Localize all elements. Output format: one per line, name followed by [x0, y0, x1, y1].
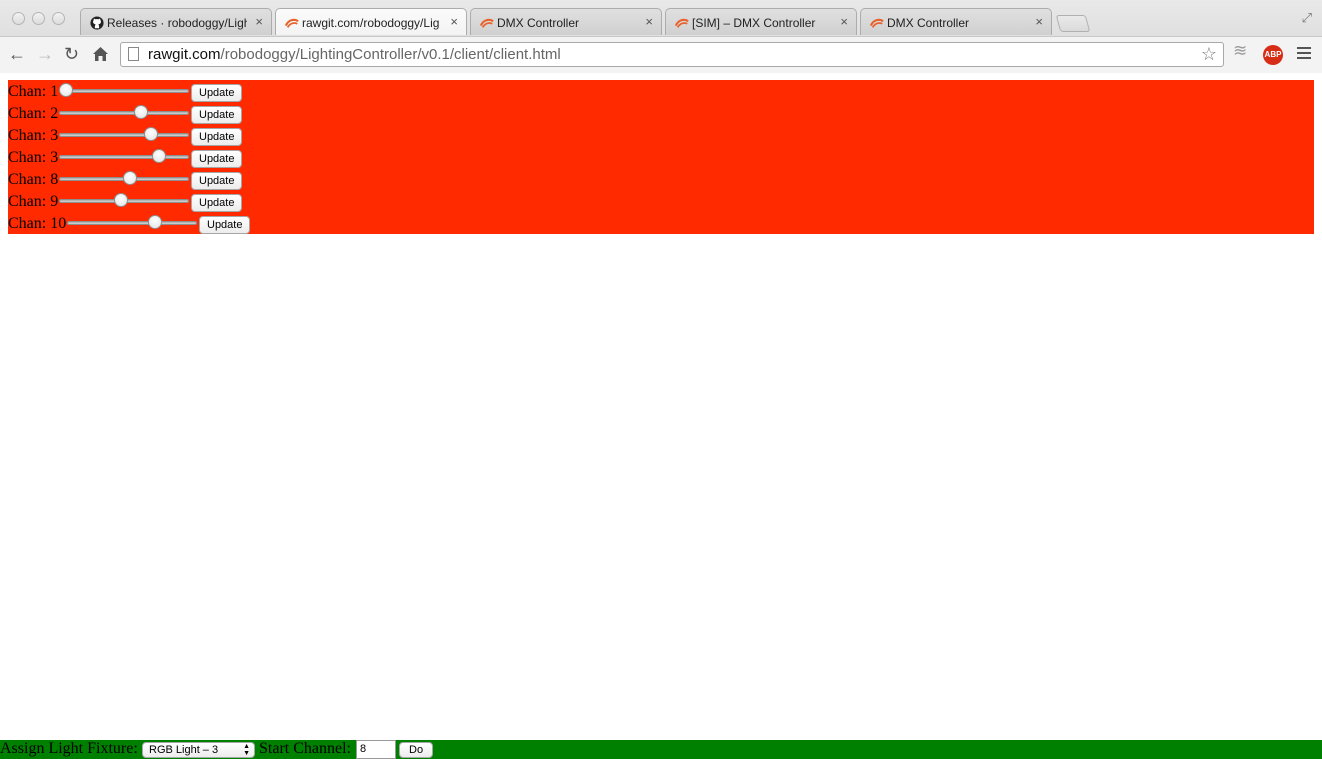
home-icon[interactable]: [92, 46, 109, 62]
channel-label: Chan: 2: [8, 105, 59, 122]
slider-track: [67, 221, 197, 225]
tab-title: Releases · robodoggy/Ligh: [107, 16, 247, 30]
update-button[interactable]: Update: [191, 84, 243, 102]
address-bar[interactable]: rawgit.com/robodoggy/LightingController/…: [120, 42, 1224, 67]
slider-track: [59, 133, 189, 137]
tab-title: rawgit.com/robodoggy/Lig: [302, 16, 440, 30]
tab-rawgit-client[interactable]: rawgit.com/robodoggy/Lig ×: [275, 8, 467, 35]
channel-label: Chan: 3: [8, 149, 59, 166]
slider-thumb[interactable]: [151, 149, 166, 163]
page-icon: [128, 47, 139, 61]
channel-label: Chan: 1: [8, 83, 59, 100]
fullscreen-icon[interactable]: ⤢: [1302, 10, 1312, 26]
zoom-window-button[interactable]: [52, 12, 65, 25]
start-channel-input[interactable]: 8: [356, 740, 396, 759]
tab-releases[interactable]: Releases · robodoggy/Ligh ×: [80, 8, 272, 35]
slider-track: [59, 111, 189, 115]
tab-sim-dmx-controller[interactable]: [SIM] – DMX Controller ×: [665, 8, 857, 35]
adblock-plus-icon[interactable]: ABP: [1263, 45, 1283, 65]
slider-thumb[interactable]: [134, 105, 149, 119]
channel-label: Chan: 3: [8, 127, 59, 144]
channel-label: Chan: 8: [8, 171, 59, 188]
url-text[interactable]: rawgit.com/robodoggy/LightingController/…: [148, 46, 561, 63]
slider-thumb[interactable]: [122, 171, 137, 185]
tab-close-icon[interactable]: ×: [645, 14, 653, 29]
slider-thumb[interactable]: [143, 127, 158, 141]
tab-title: DMX Controller: [887, 16, 970, 30]
update-button[interactable]: Update: [191, 194, 243, 212]
update-button[interactable]: Update: [191, 150, 243, 168]
slider-thumb[interactable]: [59, 83, 73, 97]
rawgit-icon: [285, 18, 299, 28]
channel-slider[interactable]: [59, 124, 189, 146]
channel-label: Chan: 9: [8, 193, 59, 210]
update-button[interactable]: Update: [191, 128, 243, 146]
slider-thumb[interactable]: [113, 193, 128, 207]
new-tab-button[interactable]: [1055, 15, 1091, 32]
back-arrow-icon[interactable]: ←: [8, 44, 26, 64]
channel-slider[interactable]: [59, 80, 189, 102]
start-channel-label: Start Channel:: [259, 740, 351, 757]
browser-chrome: Releases · robodoggy/Ligh × rawgit.com/r…: [0, 0, 1322, 73]
assign-fixture-bar: Assign Light Fixture: RGB Light – 3 ▲ ▼ S…: [0, 740, 1322, 759]
tab-close-icon[interactable]: ×: [450, 14, 458, 29]
close-window-button[interactable]: [12, 12, 25, 25]
tab-title: DMX Controller: [497, 16, 580, 30]
tab-close-icon[interactable]: ×: [255, 14, 263, 29]
channel-slider[interactable]: [59, 146, 189, 168]
channel-slider[interactable]: [67, 212, 197, 234]
rawgit-icon: [675, 18, 689, 28]
update-button[interactable]: Update: [191, 172, 243, 190]
update-button[interactable]: Update: [199, 216, 251, 234]
tab-close-icon[interactable]: ×: [840, 14, 848, 29]
channel-slider[interactable]: [59, 168, 189, 190]
tab-dmx-controller[interactable]: DMX Controller ×: [470, 8, 662, 35]
rawgit-icon: [480, 18, 494, 28]
channel-panel: Chan: 1 Update Chan: 2 Update Chan: 3 Up…: [8, 80, 1314, 234]
rawgit-icon: [870, 18, 884, 28]
url-host: rawgit.com: [148, 46, 221, 63]
forward-arrow-icon[interactable]: →: [36, 44, 54, 64]
fixture-selected-value: RGB Light – 3: [149, 744, 219, 756]
channel-slider[interactable]: [59, 102, 189, 124]
bookmark-star-icon[interactable]: ☆: [1201, 44, 1217, 65]
assign-fixture-label: Assign Light Fixture:: [0, 740, 138, 757]
select-arrows-icon: ▲ ▼: [243, 743, 250, 757]
fixture-select[interactable]: RGB Light – 3 ▲ ▼: [142, 742, 255, 758]
extension-icon[interactable]: ≋: [1233, 41, 1247, 61]
tab-dmx-controller-2[interactable]: DMX Controller ×: [860, 8, 1052, 35]
channel-slider[interactable]: [59, 190, 189, 212]
slider-track: [59, 89, 189, 93]
reload-icon[interactable]: ↻: [64, 44, 79, 64]
channel-label: Chan: 10: [8, 215, 67, 232]
minimize-window-button[interactable]: [32, 12, 45, 25]
update-button[interactable]: Update: [191, 106, 243, 124]
hamburger-menu-icon[interactable]: [1297, 47, 1311, 62]
tab-title: [SIM] – DMX Controller: [692, 16, 816, 30]
url-path: /robodoggy/LightingController/v0.1/clien…: [220, 46, 561, 63]
do-button[interactable]: Do: [399, 742, 434, 758]
github-icon: [90, 16, 104, 30]
slider-thumb[interactable]: [148, 215, 163, 229]
tab-close-icon[interactable]: ×: [1035, 14, 1043, 29]
browser-toolbar: ← → ↻ rawgit.com/robodoggy/LightingContr…: [0, 36, 1322, 73]
slider-track: [59, 155, 189, 159]
